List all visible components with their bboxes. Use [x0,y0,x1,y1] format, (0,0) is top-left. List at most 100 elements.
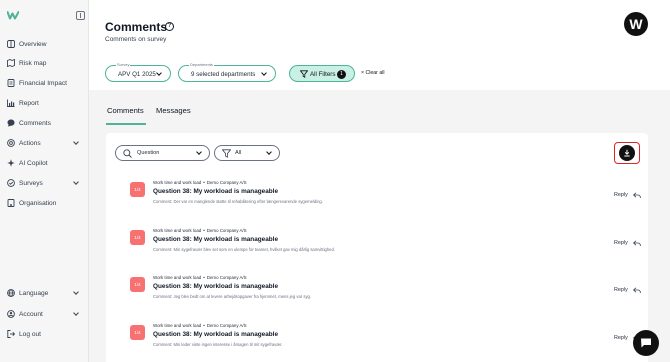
comment-item: 1/4 Work time and work load • Demo Company… [130,228,641,268]
comment-category: Work time and work load [153,180,202,185]
comment-text: Comment: Der var en manglende støtte til… [153,199,323,204]
logout-icon [7,330,15,338]
departments-select-caption: Departments [189,62,214,67]
reply-icon[interactable] [633,287,641,294]
comment-company: Demo Company A/S [206,228,247,233]
chevron-down-icon [261,70,267,76]
comment-item: 1/4 Work time and work load • Demo Company… [130,275,641,315]
reply-button[interactable]: Reply [614,240,628,246]
close-icon: × [361,70,365,76]
sidebar-item-ai-copilot[interactable]: AI Copilot [7,156,81,170]
chevron-down-icon [73,139,79,145]
avatar[interactable]: W [624,12,648,36]
question-select[interactable]: Question [115,145,210,161]
survey-select-caption: Survey [116,62,131,67]
active-tab-indicator [106,123,146,125]
globe-icon [7,289,15,297]
comment-meta: Work time and work load • Demo Company A/S [153,180,247,185]
clear-all-label: Clear all [365,70,385,76]
target-icon [7,139,15,147]
chevron-down-icon [73,310,79,316]
comment-icon [7,119,15,127]
comment-category: Work time and work load [153,228,202,233]
sidebar-item-organisation[interactable]: Organisation [7,196,81,210]
score-badge: 1/4 [130,277,145,292]
comment-text: Comment: Min sygefravær blev set som en … [153,247,335,252]
sidebar-item-report[interactable]: Report [7,96,81,110]
building-icon [7,199,15,207]
chevron-down-icon [196,149,202,155]
chevron-down-icon [156,70,162,76]
survey-icon [7,179,15,187]
comments-card: Question All 1/4 Work time and work load… [106,133,648,362]
clear-all-button[interactable]: × Clear all [361,70,385,76]
comment-question: Question 38: My workload is manageable [153,236,279,243]
comment-company: Demo Company A/S [206,275,247,280]
page-title: Comments [105,20,168,34]
sidebar-item-account[interactable]: Account [7,307,81,321]
tab-messages[interactable]: Messages [156,106,191,115]
help-icon[interactable]: ? [165,22,174,31]
sidebar-item-actions[interactable]: Actions [7,136,81,150]
question-select-label: Question [137,150,160,156]
survey-select[interactable]: Survey APV Q1 2025 [105,62,171,82]
chevron-down-icon [73,289,79,295]
download-icon [619,145,635,161]
comment-question: Question 38: My workload is manageable [153,331,279,338]
page-header: Comments ? Comments on survey W Survey A… [89,0,670,90]
chart-icon [7,99,15,107]
all-filters-label: All Filters [310,71,336,78]
comment-category: Work time and work load [153,275,202,280]
reply-button[interactable]: Reply [614,335,628,341]
comment-company: Demo Company A/S [206,180,247,185]
filters-count-badge: 1 [337,70,346,79]
comment-question: Question 38: My workload is manageable [153,188,279,195]
filter-icon [300,70,308,78]
comment-filter-value: All [235,150,242,156]
download-button[interactable] [614,142,640,164]
main-content: Comments ? Comments on survey W Survey A… [89,0,670,362]
page-subtitle: Comments on survey [105,36,167,43]
score-badge: 1/4 [130,325,145,340]
sparkle-icon [7,159,15,167]
comment-category: Work time and work load [153,323,202,328]
comment-text: Comment: Jeg blev bedt om at levere arbe… [153,294,312,299]
sidebar-item-financial-impact[interactable]: Financial Impact [7,76,81,90]
comment-text: Comment: Min leder viste ingen interesse… [153,342,283,347]
reply-button[interactable]: Reply [614,287,628,293]
chevron-down-icon [73,179,79,185]
sidebar-item-comments[interactable]: Comments [7,116,81,130]
score-badge: 1/4 [130,230,145,245]
sidebar-item-language[interactable]: Language [7,286,81,300]
comment-meta: Work time and work load • Demo Company A/S [153,228,247,233]
sidebar: Overview Risk map Financial Impact Repor… [0,0,89,362]
tab-comments[interactable]: Comments [107,106,144,115]
survey-select-value: APV Q1 2025 [118,71,156,78]
sidebar-item-overview[interactable]: Overview [7,37,81,51]
comment-question: Question 38: My workload is manageable [153,283,279,290]
brand-logo[interactable] [7,11,19,20]
comment-meta: Work time and work load • Demo Company A/S [153,275,247,280]
sidebar-item-surveys[interactable]: Surveys [7,176,81,190]
chevron-down-icon [266,149,272,155]
all-filters-button[interactable]: All Filters 1 [289,65,355,82]
comment-company: Demo Company A/S [206,323,247,328]
reply-button[interactable]: Reply [614,192,628,198]
comment-item: 1/4 Work time and work load • Demo Company… [130,180,641,220]
sidebar-item-log-out[interactable]: Log out [7,327,81,341]
score-badge: 1/4 [130,182,145,197]
departments-select-value: 9 selected departments [191,71,256,78]
collapse-sidebar-icon[interactable] [76,11,85,20]
departments-select[interactable]: Departments 9 selected departments [178,62,276,82]
document-icon [7,79,15,87]
grid-icon [7,40,15,48]
comment-meta: Work time and work load • Demo Company A/S [153,323,247,328]
map-icon [7,59,15,67]
chat-button[interactable] [633,330,659,356]
reply-icon[interactable] [633,192,641,199]
reply-icon[interactable] [633,240,641,247]
chat-icon [641,338,651,348]
sidebar-item-risk-map[interactable]: Risk map [7,56,81,70]
comment-filter-select[interactable]: All [214,145,280,161]
search-icon [123,149,132,158]
